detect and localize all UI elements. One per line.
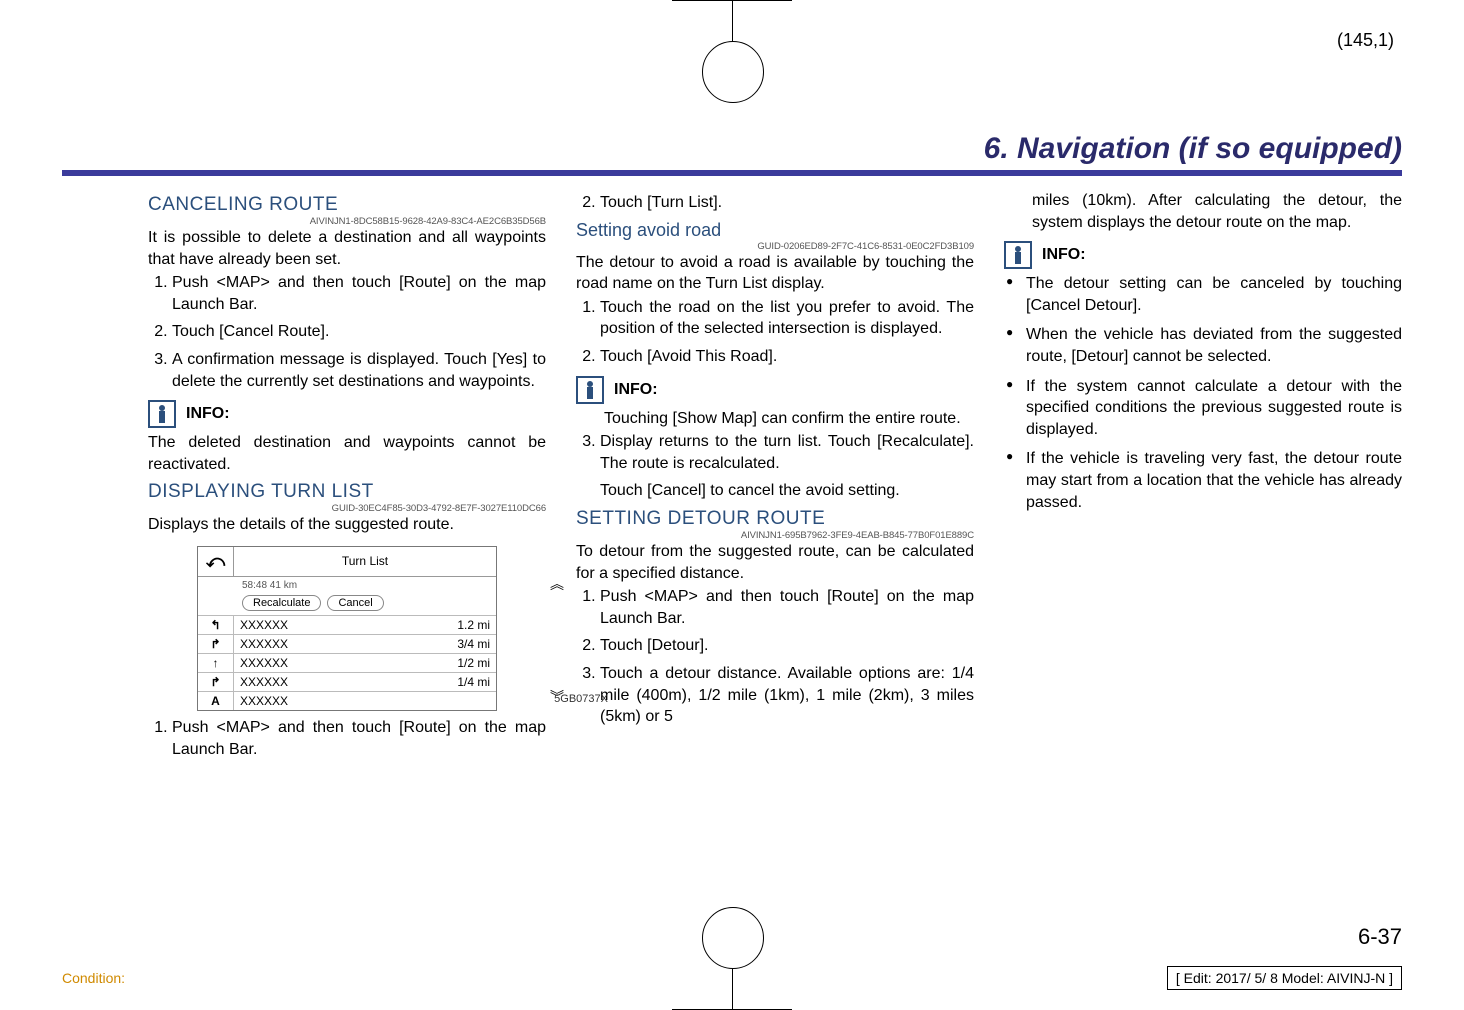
page-grid-coord: (145,1) bbox=[1337, 30, 1394, 51]
turn-dir-icon: ↰ bbox=[198, 616, 234, 634]
column-2: Touch [Turn List]. Setting avoid road GU… bbox=[576, 190, 974, 890]
step: Push <MAP> and then touch [Route] on the… bbox=[172, 272, 546, 315]
guid-detour: AIVINJN1-695B7962-3FE9-4EAB-B845-77B0F01… bbox=[576, 530, 974, 541]
paragraph: It is possible to delete a destination a… bbox=[148, 227, 546, 270]
info-icon bbox=[576, 376, 604, 404]
scroll-up-icon: ︽ bbox=[550, 574, 564, 594]
guid-canceling-route: AIVINJN1-8DC58B15-9628-42A9-83C4-AE2C6B3… bbox=[148, 216, 546, 227]
info-label: INFO: bbox=[1042, 246, 1086, 264]
distance: 1.2 mi bbox=[442, 616, 496, 634]
step: A confirmation message is displayed. Tou… bbox=[172, 349, 546, 392]
turn-list-figure: ⤺ Turn List 58:48 41 km Recalculate Canc… bbox=[148, 546, 546, 711]
info-label: INFO: bbox=[186, 405, 230, 423]
bullet: When the vehicle has deviated from the s… bbox=[1004, 324, 1402, 367]
bullet: The detour setting can be canceled by to… bbox=[1004, 273, 1402, 316]
info-callout: INFO: bbox=[148, 400, 546, 428]
back-icon: ⤺ bbox=[198, 547, 234, 576]
steps-cancel: Push <MAP> and then touch [Route] on the… bbox=[148, 272, 546, 392]
turn-dir-icon: A bbox=[198, 692, 234, 710]
step: Touch the road on the list you prefer to… bbox=[600, 297, 974, 340]
step: Touch [Cancel Route]. bbox=[172, 321, 546, 343]
guid-avoid: GUID-0206ED89-2F7C-41C6-8531-0E0C2FD3B10… bbox=[576, 241, 974, 252]
section-title: 6. Navigation (if so equipped) bbox=[984, 132, 1402, 166]
info-callout: INFO: bbox=[576, 376, 974, 404]
distance: 1/4 mi bbox=[442, 673, 496, 691]
road-name: XXXXXX bbox=[234, 692, 442, 710]
turn-dir-icon: ↱ bbox=[198, 635, 234, 653]
footer: Condition: [ Edit: 2017/ 5/ 8 Model: AIV… bbox=[62, 966, 1402, 990]
info-icon bbox=[148, 400, 176, 428]
turn-list-screenshot: ⤺ Turn List 58:48 41 km Recalculate Canc… bbox=[197, 546, 497, 711]
heading-setting-detour-route: SETTING DETOUR ROUTE bbox=[576, 508, 974, 530]
paragraph: Displays the details of the suggested ro… bbox=[148, 514, 546, 536]
steps-turn-list: Push <MAP> and then touch [Route] on the… bbox=[148, 717, 546, 760]
column-3: miles (10km). After calculating the deto… bbox=[1004, 190, 1402, 890]
steps-avoid: Touch the road on the list you prefer to… bbox=[576, 297, 974, 368]
step-continuation: miles (10km). After calculating the deto… bbox=[1032, 190, 1402, 233]
header-rule bbox=[62, 170, 1402, 176]
step: Touch [Avoid This Road]. bbox=[600, 346, 974, 368]
road-name: XXXXXX bbox=[234, 616, 442, 634]
info-icon bbox=[1004, 241, 1032, 269]
step: Push <MAP> and then touch [Route] on the… bbox=[600, 586, 974, 629]
crop-mark-top bbox=[672, 0, 792, 120]
page-number: 6-37 bbox=[1358, 924, 1402, 950]
step: Display returns to the turn list. Touch … bbox=[600, 431, 974, 502]
bullet: If the vehicle is traveling very fast, t… bbox=[1004, 448, 1402, 513]
figure-ref: 5GB0737X bbox=[554, 693, 608, 705]
content-columns: CANCELING ROUTE AIVINJN1-8DC58B15-9628-4… bbox=[148, 190, 1402, 890]
info-callout: INFO: bbox=[1004, 241, 1402, 269]
road-name: XXXXXX bbox=[234, 635, 442, 653]
steps-detour: Push <MAP> and then touch [Route] on the… bbox=[576, 586, 974, 728]
step-sub: Touch [Cancel] to cancel the avoid setti… bbox=[600, 480, 974, 502]
heading-setting-avoid-road: Setting avoid road bbox=[576, 220, 974, 241]
distance bbox=[442, 692, 496, 710]
info-text: Touching [Show Map] can confirm the enti… bbox=[604, 408, 974, 430]
steps-avoid-cont: Display returns to the turn list. Touch … bbox=[576, 431, 974, 502]
step: Touch [Turn List]. bbox=[600, 192, 974, 214]
footer-condition: Condition: bbox=[62, 970, 125, 986]
turn-dir-icon: ↑ bbox=[198, 654, 234, 672]
step: Touch [Detour]. bbox=[600, 635, 974, 657]
step: Push <MAP> and then touch [Route] on the… bbox=[172, 717, 546, 760]
cancel-button: Cancel bbox=[327, 595, 383, 611]
turn-dir-icon: ↱ bbox=[198, 673, 234, 691]
footer-edit-info: [ Edit: 2017/ 5/ 8 Model: AIVINJ-N ] bbox=[1167, 966, 1402, 990]
road-name: XXXXXX bbox=[234, 654, 442, 672]
distance: 1/2 mi bbox=[442, 654, 496, 672]
crop-mark-bottom bbox=[672, 890, 792, 1010]
info-label: INFO: bbox=[614, 381, 658, 399]
guid-turn-list: GUID-30EC4F85-30D3-4792-8E7F-3027E110DC6… bbox=[148, 503, 546, 514]
turn-list-title: Turn List bbox=[234, 550, 496, 572]
info-bullets: The detour setting can be canceled by to… bbox=[1004, 273, 1402, 513]
heading-canceling-route: CANCELING ROUTE bbox=[148, 194, 546, 216]
step: Touch a detour distance. Available optio… bbox=[600, 663, 974, 728]
paragraph: The detour to avoid a road is available … bbox=[576, 252, 974, 295]
steps-turn-list-cont: Touch [Turn List]. bbox=[576, 192, 974, 214]
recalculate-button: Recalculate bbox=[242, 595, 321, 611]
bullet: If the system cannot calculate a detour … bbox=[1004, 376, 1402, 441]
paragraph: To detour from the suggested route, can … bbox=[576, 541, 974, 584]
road-name: XXXXXX bbox=[234, 673, 442, 691]
column-1: CANCELING ROUTE AIVINJN1-8DC58B15-9628-4… bbox=[148, 190, 546, 890]
heading-turn-list: DISPLAYING TURN LIST bbox=[148, 481, 546, 503]
turn-list-meta: 58:48 41 km bbox=[198, 577, 496, 593]
info-text: The deleted destination and waypoints ca… bbox=[148, 432, 546, 475]
distance: 3/4 mi bbox=[442, 635, 496, 653]
